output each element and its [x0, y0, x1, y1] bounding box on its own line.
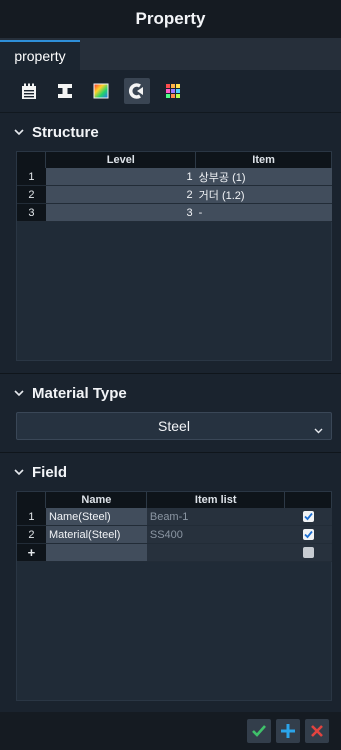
- field-section-header[interactable]: Field: [0, 453, 341, 491]
- level-cell[interactable]: 2: [45, 185, 196, 204]
- level-cell[interactable]: 1: [45, 168, 196, 186]
- material-type-selected: Steel: [158, 418, 190, 434]
- structure-table: Level Item 1 1 상부공 (1) 2 2 거더 (1.2) 3 3 …: [17, 152, 332, 222]
- level-cell[interactable]: 3: [45, 203, 196, 222]
- row-number: 3: [17, 203, 46, 222]
- tab-property[interactable]: property: [0, 40, 80, 70]
- item-cell[interactable]: 상부공 (1): [195, 168, 332, 186]
- table-row[interactable]: 3 3 -: [17, 203, 332, 222]
- checkbox-cell[interactable]: [284, 543, 332, 562]
- table-row[interactable]: 2 2 거더 (1.2): [17, 185, 332, 204]
- notepad-icon[interactable]: [16, 78, 42, 104]
- material-type-title: Material Type: [32, 384, 127, 402]
- confirm-button[interactable]: [247, 719, 271, 743]
- new-row-item-list-cell[interactable]: [146, 543, 285, 562]
- checkbox-checked[interactable]: [302, 511, 314, 523]
- field-header-row: Name Item list: [17, 492, 332, 508]
- checkbox-unchecked[interactable]: [302, 547, 314, 559]
- field-title: Field: [32, 463, 68, 481]
- new-row-name-cell[interactable]: [45, 543, 147, 562]
- chevron-down-icon[interactable]: [14, 388, 24, 398]
- field-grid: Name Item list 1 Name(Steel) Beam-1 2 Ma…: [16, 491, 332, 701]
- field-table: Name Item list 1 Name(Steel) Beam-1 2 Ma…: [17, 492, 332, 562]
- column-header-name[interactable]: Name: [45, 492, 148, 508]
- item-cell[interactable]: 거더 (1.2): [195, 185, 332, 204]
- row-number: 1: [17, 508, 46, 526]
- structure-grid: Level Item 1 1 상부공 (1) 2 2 거더 (1.2) 3 3 …: [16, 151, 332, 361]
- name-cell[interactable]: Name(Steel): [45, 508, 147, 526]
- chevron-down-icon: [314, 421, 323, 437]
- checkbox-cell[interactable]: [284, 508, 332, 526]
- refresh-arrow-icon[interactable]: [124, 78, 150, 104]
- chevron-down-icon[interactable]: [14, 467, 24, 477]
- column-header-check[interactable]: [284, 492, 332, 508]
- field-corner-header: [17, 492, 47, 508]
- chevron-down-icon[interactable]: [14, 127, 24, 137]
- column-header-level[interactable]: Level: [45, 152, 197, 168]
- column-header-item[interactable]: Item: [195, 152, 332, 168]
- table-row[interactable]: 1 1 상부공 (1): [17, 168, 332, 186]
- toolbar: [0, 70, 341, 113]
- item-list-cell[interactable]: Beam-1: [146, 508, 285, 526]
- new-row-marker[interactable]: +: [17, 543, 46, 562]
- plus-icon: [281, 724, 295, 738]
- table-row[interactable]: 2 Material(Steel) SS400: [17, 525, 332, 544]
- checkbox-cell[interactable]: [284, 525, 332, 544]
- row-number: 2: [17, 185, 46, 204]
- tab-strip: property: [0, 38, 341, 70]
- color-grid-icon[interactable]: [160, 78, 186, 104]
- new-row[interactable]: +: [17, 543, 332, 562]
- i-beam-icon[interactable]: [52, 78, 78, 104]
- structure-corner-header: [17, 152, 47, 168]
- structure-header-row: Level Item: [17, 152, 332, 168]
- close-icon: [311, 725, 323, 737]
- material-type-section-header[interactable]: Material Type: [0, 374, 341, 412]
- row-number: 2: [17, 525, 46, 544]
- structure-title: Structure: [32, 123, 99, 141]
- structure-section-header[interactable]: Structure: [0, 113, 341, 151]
- footer-bar: [0, 712, 341, 750]
- column-header-item-list[interactable]: Item list: [146, 492, 286, 508]
- check-icon: [252, 725, 266, 737]
- item-cell[interactable]: -: [195, 203, 332, 222]
- material-type-dropdown[interactable]: Steel: [16, 412, 332, 440]
- row-number: 1: [17, 168, 46, 186]
- cancel-button[interactable]: [305, 719, 329, 743]
- add-button[interactable]: [276, 719, 300, 743]
- window-title: Property: [0, 0, 341, 38]
- checkbox-checked[interactable]: [302, 529, 314, 541]
- item-list-cell[interactable]: SS400: [146, 525, 285, 544]
- table-row[interactable]: 1 Name(Steel) Beam-1: [17, 508, 332, 526]
- name-cell[interactable]: Material(Steel): [45, 525, 147, 544]
- color-gradient-icon[interactable]: [88, 78, 114, 104]
